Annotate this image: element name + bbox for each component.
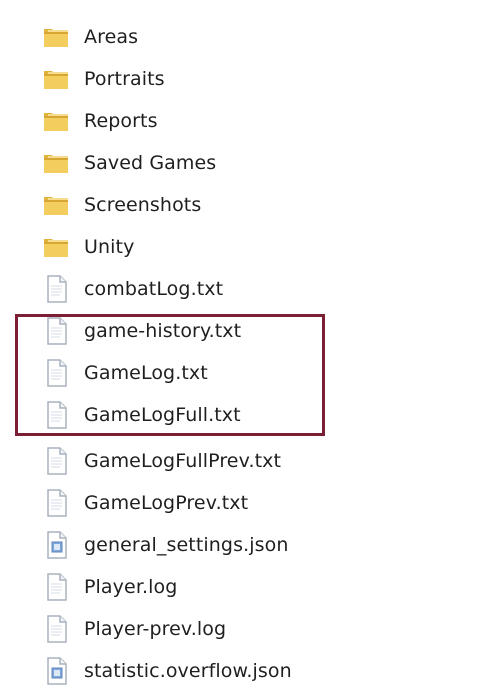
text-file-icon [40,445,72,477]
text-file-icon [40,571,72,603]
file-gamelogprev-txt[interactable]: GameLogPrev.txt [40,486,360,520]
text-file-icon [40,487,72,519]
file-gamelogfull-txt[interactable]: GameLogFull.txt [40,398,360,432]
text-file-icon [40,273,72,305]
folder-unity[interactable]: Unity [40,230,360,264]
file-statistic-overflow-json[interactable]: statistic.overflow.json [40,654,360,688]
folder-reports[interactable]: Reports [40,104,360,138]
file-combatlog-txt[interactable]: combatLog.txt [40,272,360,306]
json-file-icon [40,529,72,561]
item-label: Saved Games [84,151,217,174]
folder-screenshots[interactable]: Screenshots [40,188,360,222]
folder-portraits[interactable]: Portraits [40,62,360,96]
folder-icon [40,105,72,137]
folder-icon [40,189,72,221]
text-file-icon [40,399,72,431]
item-label: general_settings.json [84,533,289,556]
text-file-icon [40,613,72,645]
item-label: Player-prev.log [84,617,227,640]
item-label: GameLog.txt [84,361,208,384]
item-label: Unity [84,235,135,258]
item-label: GameLogFullPrev.txt [84,449,282,472]
text-file-icon [40,357,72,389]
item-label: Screenshots [84,193,202,216]
folder-icon [40,63,72,95]
folder-icon [40,231,72,263]
item-label: combatLog.txt [84,277,224,300]
item-label: Reports [84,109,158,132]
file-general-settings-json[interactable]: general_settings.json [40,528,360,562]
item-label: Portraits [84,67,165,90]
text-file-icon [40,315,72,347]
item-label: statistic.overflow.json [84,659,292,682]
file-player-log[interactable]: Player.log [40,570,360,604]
item-label: Areas [84,25,139,48]
folder-icon [40,21,72,53]
file-game-history-txt[interactable]: game-history.txt [40,314,360,348]
json-file-icon [40,655,72,687]
file-player-prev-log[interactable]: Player-prev.log [40,612,360,646]
file-gamelogfullprev-txt[interactable]: GameLogFullPrev.txt [40,444,360,478]
folder-icon [40,147,72,179]
folder-saved-games[interactable]: Saved Games [40,146,360,180]
item-label: Player.log [84,575,178,598]
item-label: game-history.txt [84,319,242,342]
item-label: GameLogFull.txt [84,403,241,426]
item-label: GameLogPrev.txt [84,491,249,514]
file-list: Areas Portraits Reports Saved Games Scre… [0,0,478,693]
file-gamelog-txt[interactable]: GameLog.txt [40,356,360,390]
folder-areas[interactable]: Areas [40,20,360,54]
